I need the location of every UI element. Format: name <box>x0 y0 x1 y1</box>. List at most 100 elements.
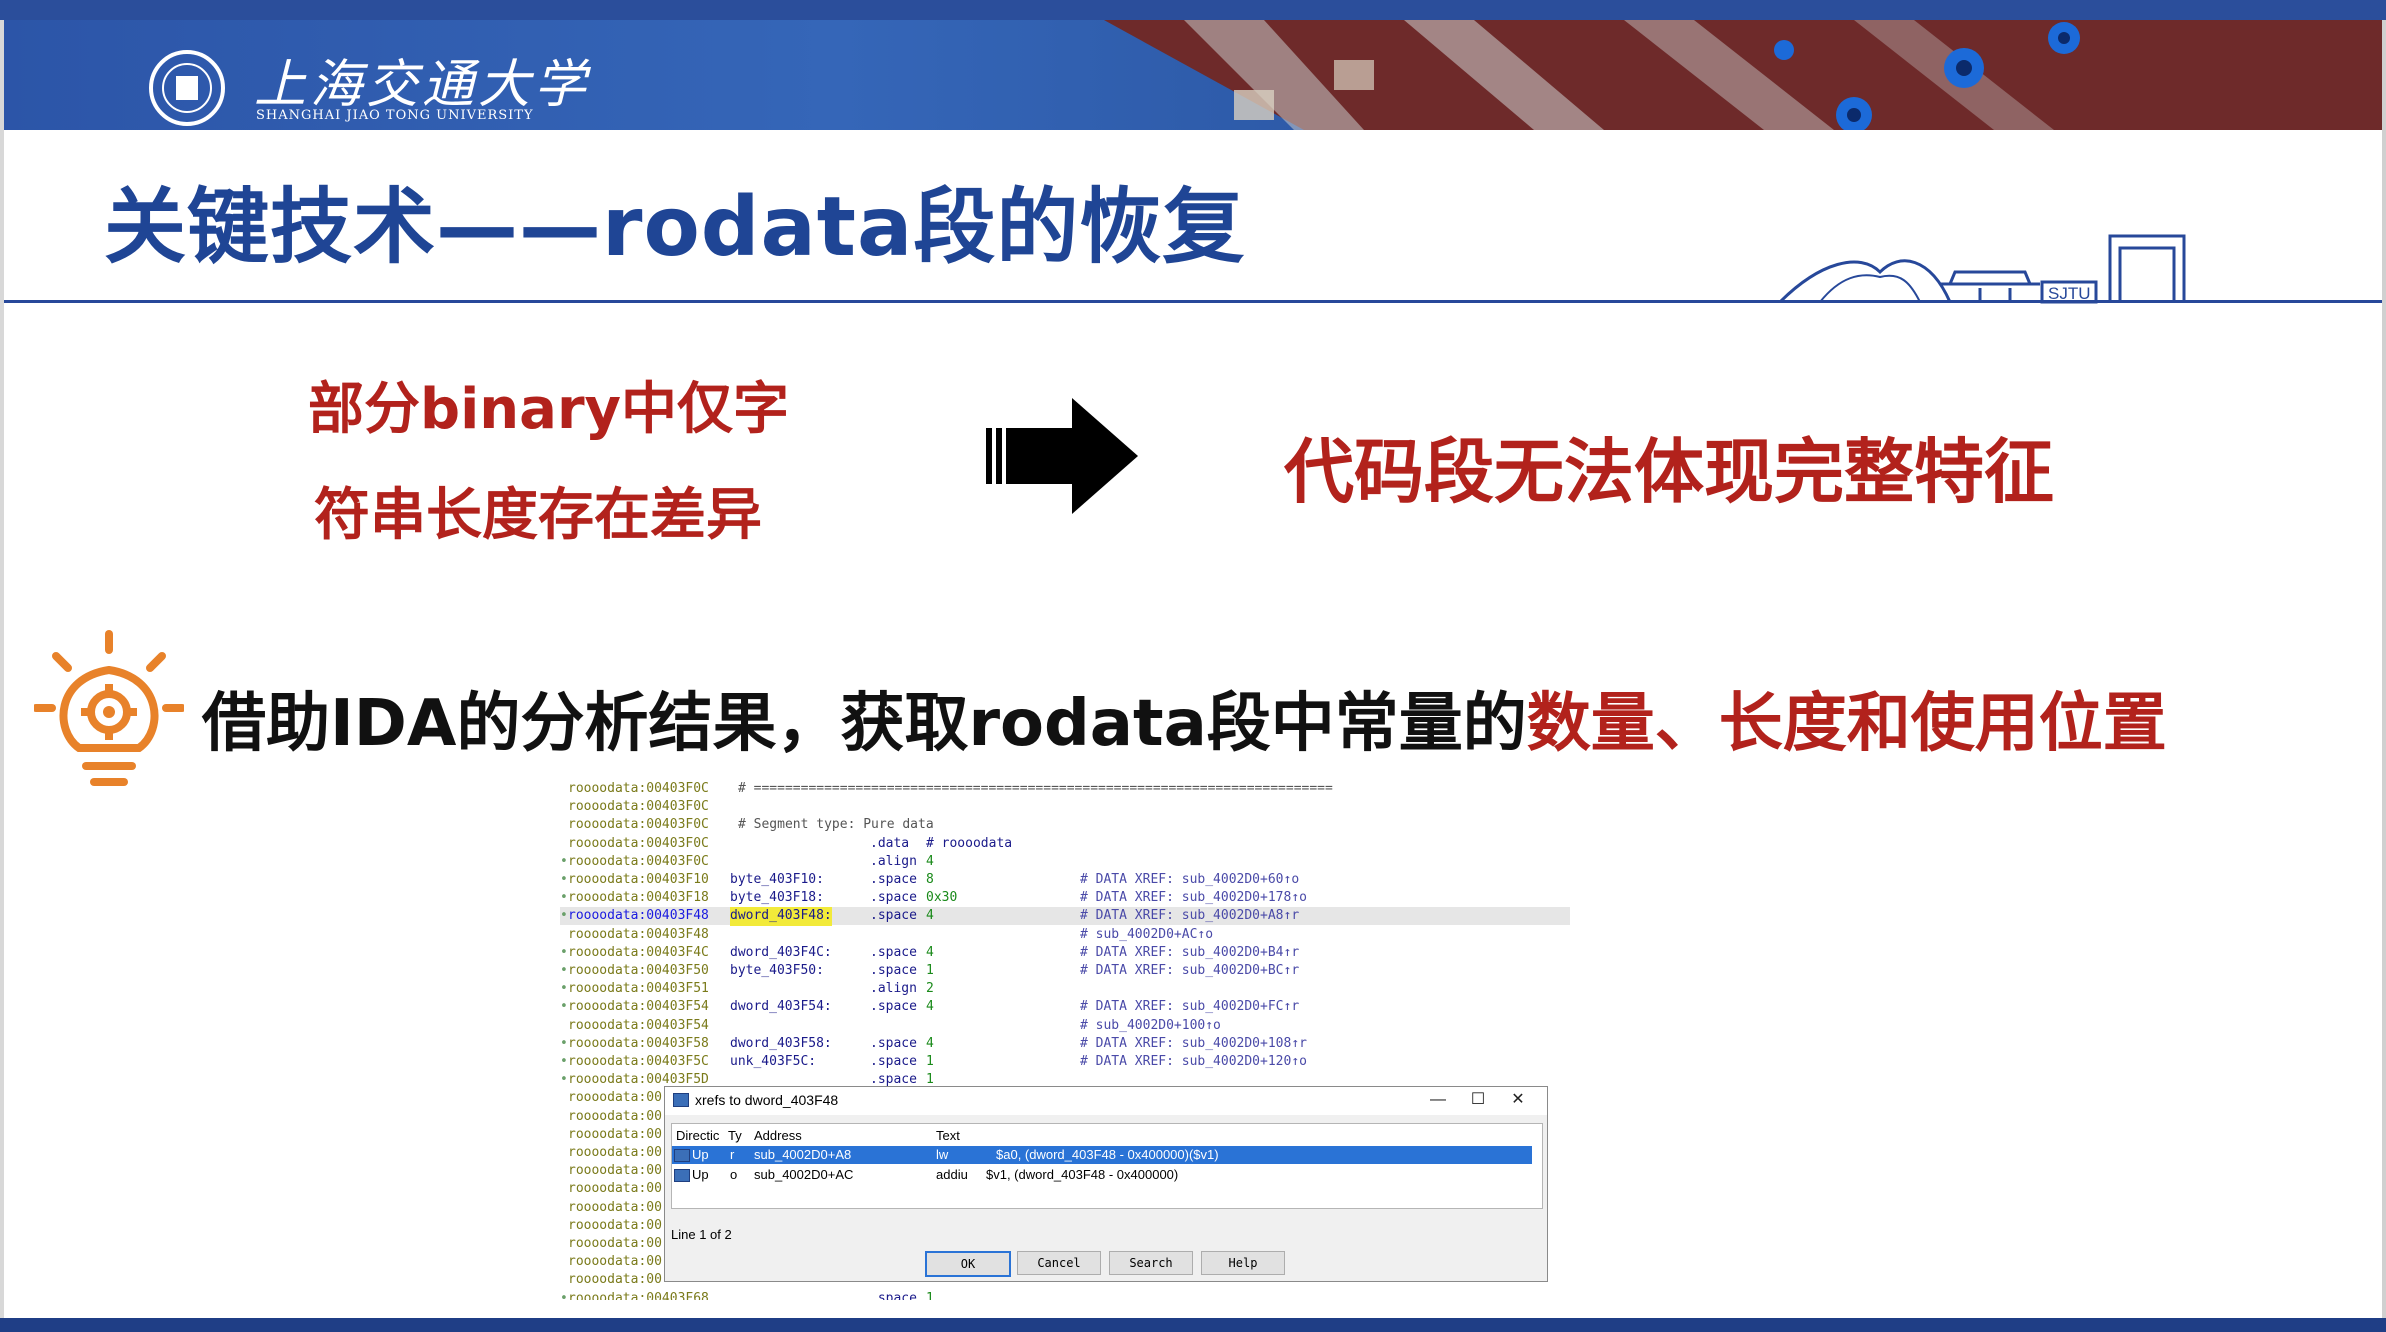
ida-line[interactable]: • roooodata:00403F54 dword_403F54: .space 4 #… <box>560 998 1570 1016</box>
ida-operand: 0x30 <box>926 890 958 906</box>
dialog-title-bar[interactable]: xrefs to dword_403F48 — ☐ ✕ <box>665 1087 1547 1115</box>
ida-xref-comment: # DATA XREF: sub_4002D0+B4↑r <box>1080 944 1300 960</box>
ida-directive: .space <box>870 944 917 960</box>
ida-line[interactable]: • roooodata:00403F48 dword_403F48: .space 4 #… <box>560 907 1570 926</box>
university-seal-icon <box>149 50 225 126</box>
ida-line[interactable]: • roooodata:00403F68 .space 1 <box>560 1290 1570 1300</box>
bullet-highlight: 数量、长度和使用位置 <box>1526 687 2167 761</box>
ida-address: roooodata:00 <box>568 1108 662 1124</box>
ida-address: roooodata:00403F68 <box>568 1290 709 1300</box>
xref-row[interactable]: Up o sub_4002D0+AC addiu $v1, (dword_403… <box>672 1166 1532 1184</box>
xref-mnemonic: lw <box>936 1147 949 1162</box>
column-header-type[interactable]: Ty <box>728 1128 742 1143</box>
ida-line[interactable]: • roooodata:00403F50 byte_403F50: .space 1 # … <box>560 962 1570 980</box>
ida-line[interactable]: •roooodata:00403F48# sub_4002D0+AC↑o <box>560 926 1570 944</box>
ida-address: roooodata:00 <box>568 1126 662 1142</box>
ida-line[interactable]: •roooodata:00403F0C# ===================… <box>560 780 1570 798</box>
xrefs-list[interactable]: Directic Ty Address Text Up r sub_4002D0… <box>671 1123 1543 1209</box>
column-header-text[interactable]: Text <box>936 1128 960 1143</box>
ida-line-marker: • <box>560 1072 568 1088</box>
xref-direction: Up <box>692 1167 709 1182</box>
ida-directive: .space <box>870 872 917 887</box>
ida-directive: .space <box>870 1035 917 1051</box>
ida-line-marker: • <box>560 963 568 978</box>
xref-row-icon <box>674 1169 690 1182</box>
ida-line[interactable]: • roooodata:00403F0C .align 4 <box>560 853 1570 871</box>
ida-line-marker: • <box>560 890 568 906</box>
ida-operand: 2 <box>926 981 934 997</box>
ida-line[interactable]: • roooodata:00403F58 dword_403F58: .space 4 #… <box>560 1035 1570 1053</box>
ida-address: roooodata:00403F51 <box>568 981 709 997</box>
xref-type: o <box>730 1167 738 1182</box>
xref-row-icon <box>674 1149 690 1162</box>
ida-directive: .align <box>870 981 917 997</box>
ida-line[interactable]: •roooodata:00403F54# sub_4002D0+100↑o <box>560 1017 1570 1035</box>
ida-line[interactable]: • roooodata:00403F51 .align 2 <box>560 980 1570 998</box>
ida-line[interactable]: •roooodata:00403F0C# Segment type: Pure … <box>560 816 1570 834</box>
ida-label: byte_403F18: <box>730 890 824 906</box>
ida-address: roooodata:00 <box>568 1272 662 1288</box>
ida-xref-comment: # sub_4002D0+AC↑o <box>1080 926 1214 942</box>
ida-xref-comment: # sub_4002D0+100↑o <box>1080 1017 1221 1033</box>
ida-address: roooodata:00403F18 <box>568 890 709 906</box>
column-header-address[interactable]: Address <box>754 1128 802 1143</box>
ida-address: roooodata:00403F54 <box>568 1017 709 1033</box>
ida-operand: 4 <box>926 908 934 924</box>
ida-operand: 4 <box>926 999 934 1015</box>
ida-address: roooodata:00403F58 <box>568 1035 709 1051</box>
ida-xref-comment: # DATA XREF: sub_4002D0+60↑o <box>1080 872 1300 887</box>
skyline-label: SJTU <box>2048 284 2091 303</box>
ida-line-marker: • <box>560 1035 568 1051</box>
close-button[interactable]: ✕ <box>1501 1089 1535 1111</box>
lightbulb-gear-icon <box>34 630 184 786</box>
ida-label: unk_403F5C: <box>730 1054 817 1069</box>
ida-operand: 8 <box>926 872 934 887</box>
xref-row[interactable]: Up r sub_4002D0+A8 lw $a0, (dword_403F48… <box>672 1146 1532 1164</box>
ida-directive: .space <box>870 908 917 924</box>
ok-button[interactable]: OK <box>925 1251 1011 1277</box>
minimize-button[interactable]: — <box>1421 1089 1455 1111</box>
ida-operand: 1 <box>926 1290 934 1300</box>
ida-address: roooodata:00 <box>568 1217 662 1233</box>
help-button[interactable]: Help <box>1201 1251 1285 1275</box>
maximize-button[interactable]: ☐ <box>1461 1089 1495 1111</box>
column-header-direction[interactable]: Directic <box>676 1128 719 1143</box>
ida-directive: .space <box>870 1290 917 1300</box>
ida-address: roooodata:00 <box>568 1199 662 1215</box>
ida-address: roooodata:00 <box>568 1163 662 1179</box>
xref-mnemonic: addiu <box>936 1167 968 1182</box>
ida-line[interactable]: • roooodata:00403F10 byte_403F10: .space 8 # … <box>560 871 1570 889</box>
ida-address: roooodata:00403F0C <box>568 799 709 815</box>
ida-directive: .align <box>870 853 917 869</box>
ida-line[interactable]: • roooodata:00403F5C unk_403F5C: .space 1 # D… <box>560 1053 1570 1071</box>
ida-directive: .space <box>870 963 917 978</box>
ida-xref-comment: # DATA XREF: sub_4002D0+120↑o <box>1080 1054 1307 1069</box>
ida-line[interactable]: • roooodata:00403F4C dword_403F4C: .space 4 #… <box>560 944 1570 962</box>
university-name-cn: 上海交通大学 <box>254 55 591 115</box>
ida-address: roooodata:00403F48 <box>568 908 709 924</box>
cancel-button[interactable]: Cancel <box>1017 1251 1101 1275</box>
ida-line-marker: • <box>560 872 568 887</box>
ida-address: roooodata:00403F5C <box>568 1054 709 1069</box>
ida-line[interactable]: •roooodata:00403F0C <box>560 798 1570 816</box>
xref-address: sub_4002D0+AC <box>754 1167 854 1182</box>
dialog-status: Line 1 of 2 <box>671 1227 732 1242</box>
search-button[interactable]: Search <box>1109 1251 1193 1275</box>
ida-line[interactable]: •roooodata:00403F0C.data# roooodata <box>560 835 1570 853</box>
ida-comment-header: # ======================================… <box>738 781 1333 796</box>
university-name-en: SHANGHAI JIAO TONG UNIVERSITY <box>256 108 534 123</box>
ida-line-marker: • <box>560 981 568 997</box>
ida-line-marker: • <box>560 853 568 869</box>
ida-xref-comment: # DATA XREF: sub_4002D0+FC↑r <box>1080 999 1300 1015</box>
ida-label: dword_403F54: <box>730 999 832 1015</box>
left-text-line2: 符串长度存在差异 <box>314 483 762 548</box>
ida-line-marker: • <box>560 1290 568 1300</box>
xref-direction: Up <box>692 1147 709 1162</box>
university-header-banner: 上海交通大学 SHANGHAI JIAO TONG UNIVERSITY <box>4 20 2382 130</box>
ida-line[interactable]: • roooodata:00403F18 byte_403F18: .space 0x3… <box>560 889 1570 907</box>
xrefs-dialog[interactable]: xrefs to dword_403F48 — ☐ ✕ Directic Ty … <box>664 1086 1548 1282</box>
ida-label: dword_403F48: <box>730 907 832 926</box>
bullet-point: 借助IDA的分析结果，获取rodata段中常量的数量、长度和使用位置 <box>202 672 2167 764</box>
slide-left-edge <box>0 20 4 1320</box>
ida-operand: 1 <box>926 963 934 978</box>
